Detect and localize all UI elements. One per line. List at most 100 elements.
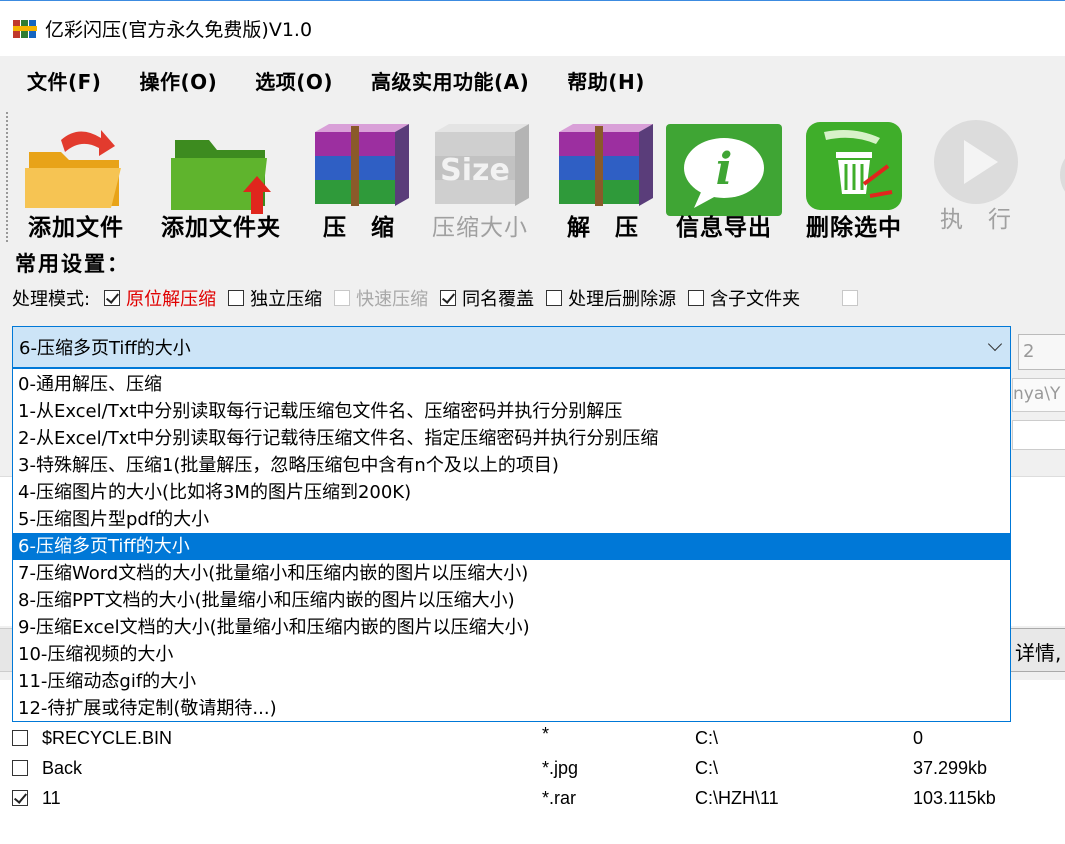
mode-option-3[interactable]: 3-特殊解压、压缩1(批量解压，忽略压缩包中含有n个及以上的项目) [13, 452, 1010, 479]
execute-button[interactable]: 执 行 [918, 114, 1034, 244]
add-folder-label: 添加文件夹 [161, 215, 281, 241]
extra-checkbox [842, 290, 859, 306]
file-ext: *.jpg [542, 758, 579, 778]
export-info-label: 信息导出 [676, 215, 772, 241]
delete-trash-icon [806, 122, 902, 210]
delete-selected-button[interactable]: 删除选中 [798, 114, 910, 244]
export-info-button[interactable]: i 信息导出 [665, 114, 783, 244]
mode-option-8[interactable]: 8-压缩PPT文档的大小(批量缩小和压缩内嵌的图片以压缩大小) [13, 587, 1010, 614]
decompress-label: 解 压 [567, 215, 639, 241]
mode-option-5[interactable]: 5-压缩图片型pdf的大小 [13, 506, 1010, 533]
toolbar: 添加文件 添加文件夹 压 缩 Size 压缩大小 解 压 i 信息导出 删除选中… [0, 104, 1065, 244]
add-file-button[interactable]: 添加文件 [18, 114, 134, 244]
file-dir: C:\ [695, 728, 719, 748]
add-folder-icon [171, 140, 271, 214]
compress-button[interactable]: 压 缩 [300, 114, 418, 244]
compress-size-icon: Size [435, 124, 529, 206]
delete-selected-label: 删除选中 [806, 215, 902, 241]
play-icon [934, 120, 1018, 204]
next-tool-button[interactable] [1040, 114, 1065, 244]
file-name: Back [42, 758, 83, 778]
file-checkbox[interactable] [12, 760, 28, 776]
mode-option-4[interactable]: 4-压缩图片的大小(比如将3M的图片压缩到200K) [13, 479, 1010, 506]
mode-options-row: 处理模式: 原位解压缩 独立压缩 快速压缩 同名覆盖 处理后删除源 含子文件夹 [12, 284, 864, 312]
chevron-down-icon[interactable] [987, 336, 1003, 352]
add-file-label: 添加文件 [28, 215, 124, 241]
toolbar-grip [6, 112, 8, 242]
include-subfolders-checkbox[interactable] [688, 290, 705, 306]
file-row[interactable]: Back *.jpg C:\ 37.299kb [0, 754, 1065, 784]
mode-dropdown-list: 0-通用解压、压缩 1-从Excel/Txt中分别读取每行记载压缩包文件名、压缩… [12, 368, 1011, 722]
mode-option-0[interactable]: 0-通用解压、压缩 [13, 371, 1010, 398]
file-dir: C:\ [695, 758, 719, 778]
add-folder-button[interactable]: 添加文件夹 [148, 114, 294, 244]
compress-size-button[interactable]: Size 压缩大小 [420, 114, 540, 244]
fast-compress-checkbox [334, 290, 351, 306]
file-ext: *.rar [542, 788, 577, 808]
option-overwrite-same-name[interactable]: 同名覆盖 [440, 285, 534, 311]
execute-label: 执 行 [940, 207, 1012, 233]
partial-tool-icon [1060, 158, 1065, 192]
file-ext: * [542, 724, 550, 744]
mode-option-12[interactable]: 12-待扩展或待定制(敬请期待...) [13, 695, 1010, 722]
svg-text:Size: Size [440, 153, 510, 188]
mode-option-10[interactable]: 10-压缩视频的大小 [13, 641, 1010, 668]
details-button[interactable]: 详情, [1008, 628, 1065, 672]
file-name: 11 [42, 788, 61, 808]
overwrite-checkbox[interactable] [440, 290, 457, 306]
menu-options[interactable]: 选项(O) [236, 66, 352, 95]
file-size: 103.115kb [913, 788, 996, 808]
title-bar: 亿彩闪压(官方永久免费版)V1.0 [0, 0, 1065, 56]
mode-option-1[interactable]: 1-从Excel/Txt中分别读取每行记载压缩包文件名、压缩密码并执行分别解压 [13, 398, 1010, 425]
include-subfolders-label: 含子文件夹 [710, 289, 801, 310]
delete-source-label: 处理后删除源 [568, 289, 677, 310]
svg-text:i: i [716, 144, 733, 195]
add-file-icon [25, 130, 121, 208]
independent-compress-label: 独立压缩 [250, 289, 323, 310]
compress-label: 压 缩 [323, 215, 395, 241]
file-size: 37.299kb [913, 758, 988, 778]
menu-file[interactable]: 文件(F) [0, 66, 120, 95]
option-include-subfolders[interactable]: 含子文件夹 [688, 285, 800, 311]
in-place-extract-label: 原位解压缩 [126, 289, 217, 310]
option-in-place-extract[interactable]: 原位解压缩 [104, 285, 216, 311]
compress-size-label: 压缩大小 [432, 215, 528, 241]
option-delete-source[interactable]: 处理后删除源 [546, 285, 676, 311]
mode-option-9[interactable]: 9-压缩Excel文档的大小(批量缩小和压缩内嵌的图片以压缩大小) [13, 614, 1010, 641]
window-title: 亿彩闪压(官方永久免费版)V1.0 [45, 19, 313, 41]
compress-archive-icon [315, 124, 409, 206]
in-place-extract-checkbox[interactable] [104, 290, 121, 306]
file-checkbox[interactable] [12, 790, 28, 806]
menu-operation[interactable]: 操作(O) [120, 66, 236, 95]
menu-advanced[interactable]: 高级实用功能(A) [352, 66, 548, 95]
number-input[interactable]: 2 [1018, 334, 1065, 370]
file-size: 0 [913, 728, 924, 748]
option-independent-compress[interactable]: 独立压缩 [228, 285, 322, 311]
mode-select-value: 6-压缩多页Tiff的大小 [19, 338, 191, 359]
delete-source-checkbox[interactable] [546, 290, 563, 306]
mode-select[interactable]: 6-压缩多页Tiff的大小 [12, 326, 1011, 368]
mode-option-2[interactable]: 2-从Excel/Txt中分别读取每行记载待压缩文件名、指定压缩密码并执行分别压… [13, 425, 1010, 452]
decompress-archive-icon [559, 124, 653, 206]
option-fast-compress: 快速压缩 [334, 285, 428, 311]
mode-option-11[interactable]: 11-压缩动态gif的大小 [13, 668, 1010, 695]
file-dir: C:\HZH\11 [695, 788, 779, 808]
app-logo-icon [13, 19, 37, 39]
decompress-button[interactable]: 解 压 [548, 114, 658, 244]
file-row[interactable]: 11 *.rar C:\HZH\11 103.115kb [0, 784, 1065, 814]
mode-option-6[interactable]: 6-压缩多页Tiff的大小 [13, 533, 1010, 560]
menu-bar: 文件(F) 操作(O) 选项(O) 高级实用功能(A) 帮助(H) [0, 56, 1065, 104]
aux-input[interactable] [1012, 420, 1065, 450]
independent-compress-checkbox[interactable] [228, 290, 245, 306]
overwrite-label: 同名覆盖 [462, 289, 535, 310]
fast-compress-label: 快速压缩 [356, 289, 429, 310]
mode-option-7[interactable]: 7-压缩Word文档的大小(批量缩小和压缩内嵌的图片以压缩大小) [13, 560, 1010, 587]
common-settings-title: 常用设置： [15, 252, 130, 276]
file-name: $RECYCLE.BIN [42, 728, 173, 748]
menu-help[interactable]: 帮助(H) [548, 66, 664, 95]
info-icon: i [666, 124, 782, 216]
app-window: 亿彩闪压(官方永久免费版)V1.0 文件(F) 操作(O) 选项(O) 高级实用… [0, 0, 1065, 844]
output-path-field[interactable]: nya\Y [1012, 378, 1065, 412]
file-checkbox[interactable] [12, 730, 28, 746]
file-row[interactable]: $RECYCLE.BIN * C:\ 0 [0, 724, 1065, 754]
